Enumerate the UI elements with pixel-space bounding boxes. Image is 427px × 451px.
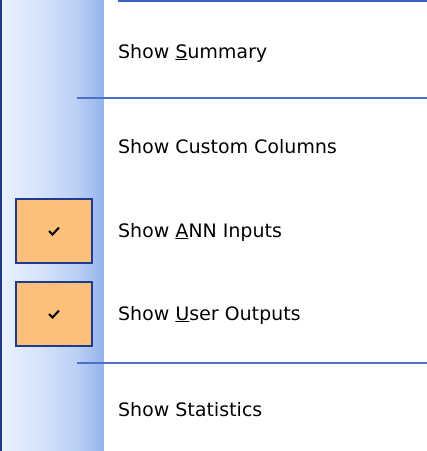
menu-item-show-ann-inputs[interactable]: Show ANN Inputs [0, 196, 427, 266]
menu-item-show-user-outputs[interactable]: Show User Outputs [0, 279, 427, 349]
menu-separator [77, 97, 427, 99]
menu-item-show-custom-columns[interactable]: Show Custom Columns [0, 112, 427, 182]
checkmark-icon [17, 283, 91, 345]
menu-top-separator [118, 0, 427, 2]
menu-item-checked-indicator [15, 281, 93, 347]
mnemonic-underline: A [175, 220, 189, 242]
menu-item-label: Show ANN Inputs [118, 220, 282, 242]
context-menu: Show Summary Show Custom Columns Show AN… [0, 0, 427, 451]
menu-item-label: Show User Outputs [118, 303, 301, 325]
menu-item-label: Show Custom Columns [118, 136, 337, 158]
menu-item-checked-indicator [15, 198, 93, 264]
mnemonic-underline: U [175, 303, 190, 325]
menu-item-show-summary[interactable]: Show Summary [0, 17, 427, 87]
menu-item-label: Show Statistics [118, 399, 263, 421]
mnemonic-underline: S [175, 41, 188, 63]
checkmark-icon [17, 200, 91, 262]
menu-item-show-statistics[interactable]: Show Statistics [0, 375, 427, 445]
menu-separator [77, 362, 427, 364]
menu-item-label: Show Summary [118, 41, 268, 63]
